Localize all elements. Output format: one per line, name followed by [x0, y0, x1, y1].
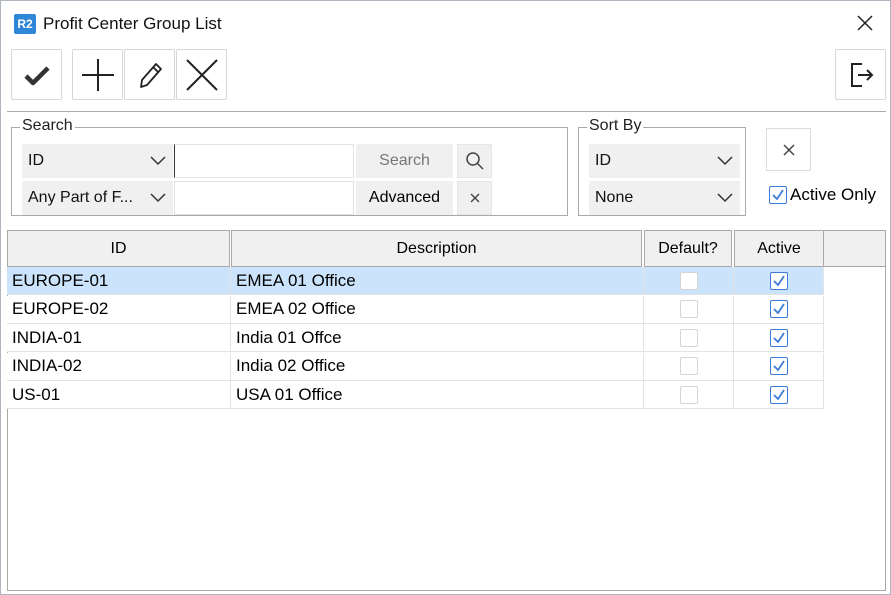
cell-description[interactable]: USA 01 Office	[231, 381, 644, 410]
checkmark-icon	[772, 189, 784, 201]
active-only-check[interactable]	[769, 186, 787, 204]
active-only-checkbox[interactable]: Active Only	[769, 185, 876, 205]
plus-icon	[81, 58, 114, 91]
sort-primary-select[interactable]: ID	[589, 144, 740, 178]
sort-secondary-select[interactable]: None	[589, 181, 740, 215]
close-icon	[470, 193, 479, 203]
cell-id[interactable]: EUROPE-02	[7, 295, 231, 324]
table-row[interactable]: INDIA-02 India 02 Office	[7, 352, 824, 381]
exit-button[interactable]	[835, 49, 886, 100]
cell-active[interactable]	[734, 295, 824, 324]
search-icon	[465, 152, 484, 170]
cell-id[interactable]: INDIA-01	[7, 324, 231, 353]
table-row[interactable]: EUROPE-01 EMEA 01 Office	[7, 267, 824, 295]
sort-group-label: Sort By	[587, 117, 644, 135]
default-checkbox[interactable]	[679, 271, 698, 290]
sort-secondary-value: None	[595, 189, 634, 206]
pencil-icon	[139, 62, 162, 88]
default-checkbox[interactable]	[679, 385, 698, 404]
cell-default[interactable]	[644, 295, 734, 324]
cell-active[interactable]	[734, 381, 824, 410]
cell-default[interactable]	[644, 267, 734, 295]
app-window: R2 Profit Center Group List Search ID Se…	[0, 0, 891, 595]
cell-active[interactable]	[734, 324, 824, 353]
cell-id[interactable]: US-01	[7, 381, 231, 410]
match-mode-value: Any Part of F...	[28, 189, 133, 206]
search-input[interactable]	[174, 144, 354, 178]
cell-default[interactable]	[644, 381, 734, 410]
checkmark-icon	[772, 389, 785, 401]
cell-active[interactable]	[734, 267, 824, 295]
cell-id[interactable]: EUROPE-01	[7, 267, 231, 295]
edit-button[interactable]	[124, 49, 175, 100]
active-checkbox[interactable]	[769, 271, 788, 290]
table-row[interactable]: EUROPE-02 EMEA 02 Office	[7, 295, 824, 324]
cell-description[interactable]: India 01 Offce	[231, 324, 644, 353]
checkmark-icon	[772, 303, 785, 315]
quick-search-button[interactable]	[457, 144, 492, 178]
chevron-down-icon	[150, 156, 166, 166]
chevron-down-icon	[717, 156, 733, 166]
cross-icon	[185, 58, 218, 91]
delete-button[interactable]	[176, 49, 227, 100]
active-only-label: Active Only	[790, 185, 876, 204]
column-header-default[interactable]: Default?	[644, 230, 732, 267]
advanced-button[interactable]: Advanced	[356, 181, 453, 215]
table-row[interactable]: INDIA-01 India 01 Offce	[7, 324, 824, 353]
cell-description[interactable]: India 02 Office	[231, 352, 644, 381]
search-field-value: ID	[28, 152, 44, 169]
column-header-active[interactable]: Active	[734, 230, 824, 267]
close-icon	[782, 143, 795, 156]
column-header-filler	[824, 230, 886, 267]
default-checkbox[interactable]	[679, 357, 698, 376]
app-logo: R2	[14, 14, 36, 34]
exit-icon	[850, 62, 873, 87]
cell-default[interactable]	[644, 324, 734, 353]
active-checkbox[interactable]	[769, 357, 788, 376]
checkmark-icon	[772, 275, 785, 286]
match-mode-select[interactable]: Any Part of F...	[22, 181, 173, 215]
clear-sort-button[interactable]	[766, 128, 811, 171]
search-button[interactable]: Search	[356, 144, 453, 178]
table-row[interactable]: US-01 USA 01 Office	[7, 381, 824, 410]
checkmark-icon	[772, 360, 785, 372]
chevron-down-icon	[717, 193, 733, 203]
close-icon	[857, 15, 873, 31]
search-group-label: Search	[20, 117, 75, 135]
column-header-description[interactable]: Description	[231, 230, 642, 267]
cell-description[interactable]: EMEA 01 Office	[231, 267, 644, 295]
clear-search-button[interactable]	[457, 181, 492, 215]
cell-description[interactable]: EMEA 02 Office	[231, 295, 644, 324]
title-bar: R2 Profit Center Group List	[1, 1, 890, 45]
close-button[interactable]	[854, 12, 876, 34]
active-checkbox[interactable]	[769, 385, 788, 404]
checkmark-icon	[772, 332, 785, 344]
cell-id[interactable]: INDIA-02	[7, 352, 231, 381]
chevron-down-icon	[150, 193, 166, 203]
accept-button[interactable]	[11, 49, 62, 100]
window-title: Profit Center Group List	[43, 14, 222, 33]
cell-active[interactable]	[734, 352, 824, 381]
check-icon	[23, 65, 50, 85]
search-field-select[interactable]: ID	[22, 144, 173, 178]
default-checkbox[interactable]	[679, 328, 698, 347]
active-checkbox[interactable]	[769, 328, 788, 347]
default-checkbox[interactable]	[679, 300, 698, 319]
add-button[interactable]	[72, 49, 123, 100]
toolbar-separator	[7, 111, 886, 112]
search-input-secondary[interactable]	[174, 181, 354, 215]
sort-primary-value: ID	[595, 152, 611, 169]
cell-default[interactable]	[644, 352, 734, 381]
active-checkbox[interactable]	[769, 300, 788, 319]
column-header-id[interactable]: ID	[7, 230, 230, 267]
